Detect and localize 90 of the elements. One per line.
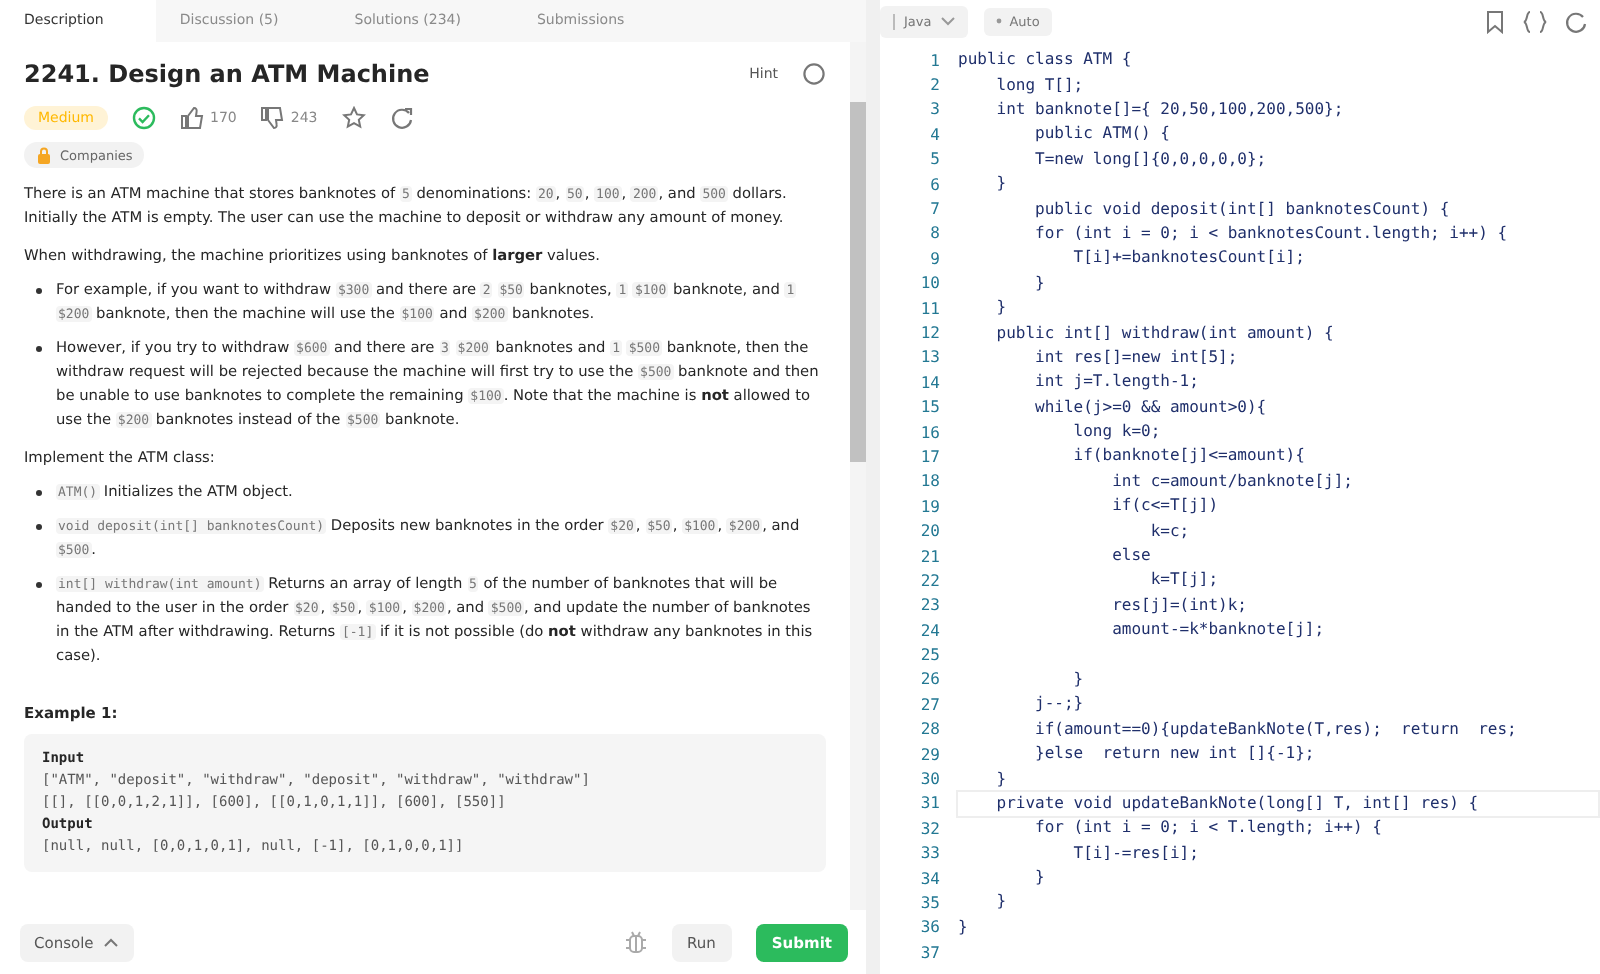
scrollbar[interactable] [850, 42, 866, 910]
code-line: } [994, 767, 1009, 792]
code-line: int j=T.length-1; [1033, 370, 1201, 395]
code-line: } [994, 296, 1009, 321]
code-line: } [1071, 667, 1086, 692]
line-number: 16 [918, 423, 940, 442]
code-line: long k=0; [1071, 420, 1163, 445]
code-line: k=c; [1148, 519, 1192, 544]
chevron-down-icon [939, 14, 956, 28]
line-number: 31 [918, 794, 940, 813]
line-number: 25 [918, 646, 940, 665]
bookmark-icon[interactable] [1484, 9, 1506, 33]
line-number: 29 [918, 745, 940, 764]
line-number: 9 [928, 249, 940, 268]
line-number: 34 [918, 869, 940, 888]
line-number: 18 [918, 472, 940, 491]
line-number: 3 [928, 100, 940, 119]
line-number: 6 [928, 175, 940, 194]
code-line: long T[]; [994, 73, 1086, 98]
line-number: 36 [918, 918, 940, 937]
code-line: T[i]-=res[i]; [1071, 841, 1201, 866]
line-number: 23 [918, 596, 940, 615]
code-line: T[i]+=banknotesCount[i]; [1071, 246, 1307, 271]
lock-icon [36, 146, 52, 164]
code-line: T=new long[]{0,0,0,0,0}; [1033, 147, 1269, 172]
code-line: amount-=k*banknote[j]; [1110, 618, 1327, 643]
line-number: 4 [928, 125, 940, 144]
code-line: if(c<=T[j]) [1110, 494, 1221, 519]
line-number: 35 [918, 893, 940, 912]
code-line: for (int i = 0; i < banknotesCount.length; i++) { [1033, 221, 1510, 246]
code-line: int banknote[]={ 20,50,100,200,500}; [994, 97, 1346, 122]
code-line: } [994, 890, 1009, 915]
code-line: } [1033, 271, 1047, 296]
bug-icon[interactable] [623, 930, 648, 954]
code-line: int res[]=new int[5]; [1033, 345, 1240, 370]
line-number: 10 [918, 274, 940, 293]
code-line: j--;} [1033, 692, 1086, 717]
line-number: 21 [918, 547, 940, 565]
code-line: else [1110, 544, 1153, 569]
bullet-icon [36, 288, 42, 294]
line-number: 12 [918, 323, 940, 342]
line-number: 1 [928, 51, 940, 70]
code-line: if(amount==0){updateBankNote(T,res); return res; [1033, 717, 1519, 742]
line-number: 27 [918, 695, 940, 714]
dot-icon [995, 18, 1002, 24]
line-number: 32 [918, 819, 940, 838]
line-number: 15 [918, 398, 940, 417]
code-line: k=T[j]; [1148, 568, 1221, 593]
line-number: 5 [928, 150, 940, 169]
line-number: 14 [918, 373, 940, 392]
line-number: 13 [918, 348, 940, 367]
code-line: public class ATM { [956, 48, 1134, 73]
bullet-icon [36, 524, 42, 530]
code-line: } [994, 172, 1009, 197]
line-number: 20 [918, 522, 940, 541]
code-line: while(j>=0 && amount>0){ [1033, 395, 1269, 420]
line-number: 26 [918, 670, 940, 689]
line-number: 2 [928, 76, 940, 95]
line-number: 30 [918, 770, 940, 789]
reset-icon[interactable] [1564, 9, 1588, 33]
code-line: } [1033, 866, 1047, 891]
problem-title: 2241. Design an ATM Machine [24, 60, 430, 88]
share-icon[interactable] [389, 105, 414, 129]
line-number: 7 [928, 200, 940, 219]
line-number: 19 [918, 497, 940, 516]
bullet-icon [36, 582, 42, 588]
bullet-icon [36, 346, 42, 352]
chevron-up-icon [101, 935, 120, 949]
code-line: res[j]=(int)k; [1110, 593, 1249, 618]
star-icon[interactable] [341, 105, 366, 129]
code-line: }else return new int []{-1}; [1033, 742, 1317, 767]
line-number: 11 [918, 299, 940, 318]
line-number: 22 [918, 571, 940, 590]
line-number: 33 [918, 844, 940, 863]
line-number: 8 [928, 224, 940, 243]
code-line: public int[] withdraw(int amount) { [994, 321, 1336, 346]
line-number: 37 [918, 943, 940, 962]
line-number: 24 [918, 621, 940, 640]
code-line: public void deposit(int[] banknotesCount) { [1033, 197, 1452, 222]
code-line: for (int i = 0; i < T.length; i++) { [1033, 816, 1384, 841]
code-line: int c=amount/banknote[j]; [1110, 469, 1355, 494]
code-line: public ATM() { [1033, 122, 1172, 147]
line-number: 28 [918, 720, 940, 739]
code-line: if(banknote[j]<=amount){ [1071, 444, 1307, 469]
bullet-icon [36, 490, 42, 496]
braces-icon[interactable] [1522, 9, 1548, 33]
code-line: } [956, 915, 970, 940]
thumbs-up-icon [180, 105, 204, 129]
thumbs-down-icon [260, 105, 285, 129]
line-number: 17 [918, 447, 940, 466]
